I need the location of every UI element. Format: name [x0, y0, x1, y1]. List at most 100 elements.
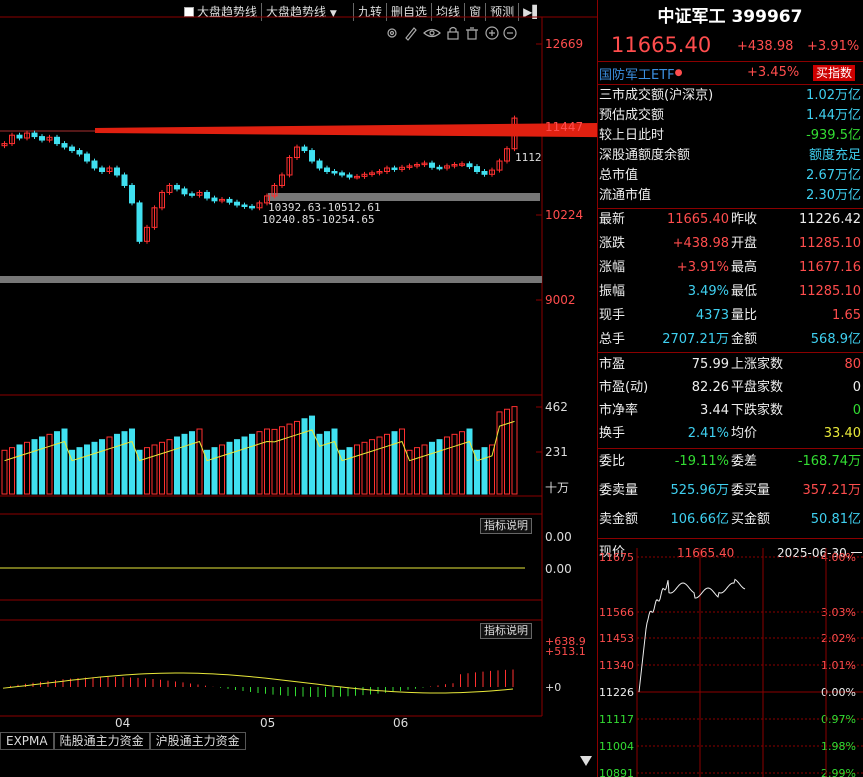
- stat-value: 11226.42: [798, 212, 861, 227]
- stat-value: 2.30万亿: [806, 188, 861, 203]
- stat-label: 较上日此时: [599, 128, 665, 143]
- tab-hk-north-main[interactable]: 陆股通主力资金: [53, 732, 150, 750]
- stat-value: 0: [852, 403, 861, 418]
- index-title: 中证军工 399967: [657, 7, 803, 27]
- stat-label: 涨跌: [599, 236, 626, 251]
- stat-label: 最低: [731, 284, 758, 299]
- price-change: +438.98: [737, 39, 794, 54]
- stat-label: 开盘: [731, 236, 758, 251]
- volume-tick: 462: [545, 400, 568, 414]
- stat-value: 11665.40: [666, 212, 729, 227]
- intraday-price-tick: 11453: [599, 632, 634, 645]
- stat-value: 1.65: [832, 308, 861, 323]
- price-annotation: 1112: [515, 151, 542, 164]
- stat-label: 市盈(动): [599, 380, 649, 395]
- date-label: 04: [115, 716, 130, 730]
- stat-label: 委买量: [731, 483, 771, 498]
- intraday-price-tick: 11675: [599, 551, 634, 564]
- stat-label: 委比: [599, 454, 626, 469]
- buy-index-button[interactable]: 买指数: [813, 65, 856, 81]
- price-tick: 9002: [545, 293, 576, 307]
- support-band: [0, 276, 542, 283]
- stat-label: 振幅: [599, 284, 626, 299]
- stat-value: 2707.21万: [662, 332, 729, 347]
- range-label: 10240.85-10254.65: [262, 213, 375, 226]
- macd-bars: [2, 669, 514, 697]
- stat-label: 量比: [731, 308, 758, 323]
- stat-label: 流通市值: [599, 188, 652, 203]
- stat-value: 1.44万亿: [806, 108, 861, 123]
- stat-value: 525.96万: [670, 483, 730, 498]
- scroll-down-icon[interactable]: [580, 756, 592, 766]
- stat-value: 2.41%: [687, 426, 729, 441]
- etf-link[interactable]: 国防军工ETF●: [599, 63, 683, 83]
- kline-chart[interactable]: 12669 11447 10224 9002 1112 10392.63-105…: [0, 0, 597, 777]
- stat-label: 下跌家数: [731, 403, 784, 418]
- stat-label: 三市成交额(沪深京): [599, 88, 714, 103]
- resistance-band: [268, 193, 540, 201]
- stat-label: 总市值: [599, 168, 639, 183]
- stat-value: 额度充足: [808, 148, 861, 163]
- intraday-price-tick: 11004: [599, 740, 634, 753]
- volume-tick: 231: [545, 445, 568, 459]
- stat-label: 委差: [731, 454, 758, 469]
- intraday-price-tick: 10891: [599, 767, 634, 777]
- stat-value: +438.98: [672, 236, 729, 251]
- indicator-help-button[interactable]: 指标说明: [480, 623, 532, 639]
- stat-label: 市盈: [599, 357, 626, 372]
- stat-label: 上涨家数: [731, 357, 784, 372]
- price-tick: 11447: [545, 120, 583, 134]
- price-change-pct: +3.91%: [807, 39, 860, 54]
- stat-value: +3.91%: [676, 260, 729, 275]
- stat-value: 33.40: [823, 426, 861, 441]
- indicator-tick: 0.00: [545, 530, 572, 544]
- indicator-tabs: EXPMA 陆股通主力资金 沪股通主力资金: [0, 732, 246, 752]
- stat-value: 82.26: [691, 380, 729, 395]
- stat-label: 最高: [731, 260, 758, 275]
- indicator-tick: 0.00: [545, 562, 572, 576]
- stat-label: 换手: [599, 426, 626, 441]
- stat-label: 均价: [731, 426, 758, 441]
- stat-value: 357.21万: [802, 483, 862, 498]
- stat-value: 0: [852, 380, 861, 395]
- stat-label: 卖金额: [599, 512, 639, 527]
- intraday-price-tick: 11226: [599, 686, 634, 699]
- stat-value: 50.81亿: [810, 512, 861, 527]
- stat-label: 市净率: [599, 403, 639, 418]
- price-tick: 10224: [545, 208, 583, 222]
- stat-label: 现手: [599, 308, 626, 323]
- stat-label: 平盘家数: [731, 380, 784, 395]
- indicator-help-button[interactable]: 指标说明: [480, 518, 532, 534]
- volume-unit: 十万: [545, 481, 569, 495]
- stat-label: 买金额: [731, 512, 771, 527]
- date-label: 05: [260, 716, 275, 730]
- stat-label: 深股通额度余额: [599, 148, 691, 163]
- arrow-annotation: [95, 123, 597, 138]
- tab-expma[interactable]: EXPMA: [0, 732, 54, 750]
- stat-value: -939.5亿: [806, 128, 861, 143]
- stat-value: 4373: [695, 308, 729, 323]
- stat-value: -168.74万: [797, 454, 861, 469]
- indicator-tick: +0: [545, 681, 561, 694]
- volume-bars: [1, 406, 518, 495]
- quote-panel: 中证军工 399967 11665.40 +438.98 +3.91% 国防军工…: [597, 0, 863, 777]
- stat-value: 3.49%: [687, 284, 729, 299]
- etf-change-pct: +3.45%: [747, 65, 800, 80]
- stat-value: 75.99: [691, 357, 729, 372]
- tab-sh-north-main[interactable]: 沪股通主力资金: [149, 732, 246, 750]
- stat-value: 3.44: [700, 403, 729, 418]
- stat-value: 1.02万亿: [806, 88, 861, 103]
- stat-value: 568.9亿: [810, 332, 861, 347]
- stat-label: 昨收: [731, 212, 758, 227]
- chart-grid: [0, 16, 597, 717]
- stat-label: 预估成交额: [599, 108, 665, 123]
- stat-label: 总手: [599, 332, 626, 347]
- stat-label: 委卖量: [599, 483, 639, 498]
- date-label: 06: [393, 716, 408, 730]
- stat-label: 金额: [731, 332, 758, 347]
- price-tick: 12669: [545, 37, 583, 51]
- intraday-chart[interactable]: 11675 4.00%11566 3.03%11453 2.02%11340 1.01%…: [597, 548, 863, 777]
- current-price: 11665.40: [611, 33, 712, 57]
- stat-value: 11677.16: [798, 260, 861, 275]
- stat-value: -19.11%: [674, 454, 729, 469]
